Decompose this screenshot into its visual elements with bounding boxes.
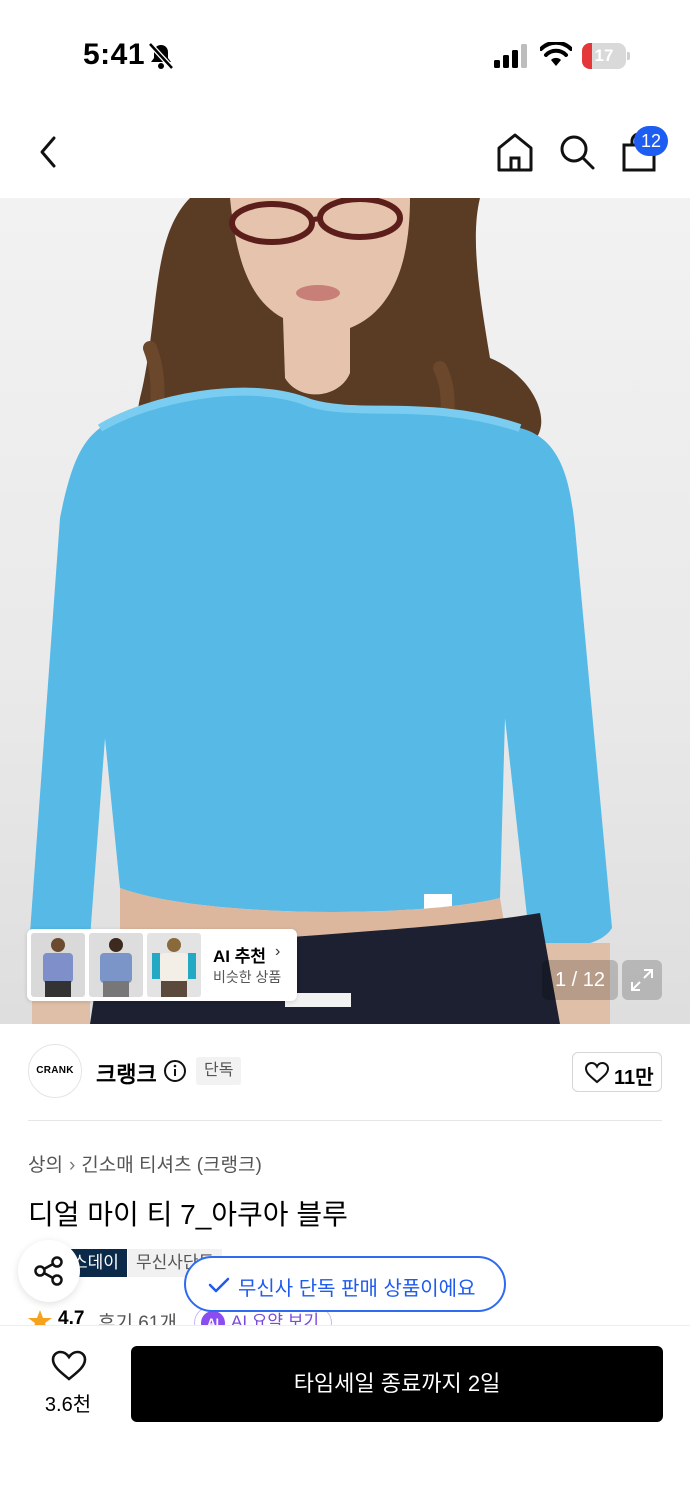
bell-slash-icon xyxy=(148,42,174,70)
brand-like-button[interactable]: 11만 xyxy=(572,1052,662,1092)
product-title: 디얼 마이 티 7_아쿠아 블루 xyxy=(28,1199,348,1230)
brand-name[interactable]: 크랭크 xyxy=(96,1057,157,1089)
recommend-thumbnail[interactable] xyxy=(89,933,143,997)
ai-recommend-title: AI 추천 xyxy=(213,947,267,966)
battery-level: 17 xyxy=(594,46,614,65)
expand-image-button[interactable] xyxy=(622,960,662,1000)
cellular-signal-icon xyxy=(494,44,527,68)
breadcrumb: 상의 › 긴소매 티셔츠 (크랭크) xyxy=(28,1150,262,1177)
status-time: 5:41 xyxy=(83,38,146,71)
recommend-thumbnail[interactable] xyxy=(147,933,201,997)
breadcrumb-subcategory[interactable]: 긴소매 티셔츠 (크랭크) xyxy=(81,1155,262,1176)
share-button[interactable] xyxy=(18,1240,80,1302)
brand-logo[interactable]: CRANK xyxy=(28,1044,82,1098)
product-photo xyxy=(30,198,612,1024)
checkmark-icon xyxy=(208,1277,230,1293)
cart-count-badge: 12 xyxy=(634,126,668,156)
buy-button[interactable]: 타임세일 종료까지 2일 xyxy=(131,1346,663,1422)
ai-badge: AI xyxy=(201,1311,225,1326)
exclusive-toast: 무신사 단독 판매 상품이에요 xyxy=(184,1256,506,1312)
ai-recommend-subtitle: 비슷한 상품 xyxy=(213,969,282,985)
review-count[interactable]: 후기 61개 xyxy=(98,1308,177,1326)
ai-recommend-card[interactable]: AI 추천 › 비슷한 상품 xyxy=(27,929,297,1001)
divider xyxy=(28,1120,662,1121)
bottom-action-bar: 3.6천 타임세일 종료까지 2일 xyxy=(0,1325,690,1500)
brand-like-count: 11만 xyxy=(614,1067,654,1089)
status-bar: 5:41 17 xyxy=(0,0,690,100)
chevron-right-icon: › xyxy=(275,943,281,960)
home-icon[interactable] xyxy=(494,130,536,174)
heart-icon xyxy=(585,1062,609,1084)
heart-icon xyxy=(51,1350,87,1381)
recommend-thumbnail[interactable] xyxy=(31,933,85,997)
wifi-icon xyxy=(540,42,572,66)
back-chevron-icon[interactable] xyxy=(30,130,66,174)
brand-row: CRANK 크랭크 단독 11만 xyxy=(0,1040,690,1106)
exclusive-tag: 단독 xyxy=(196,1057,242,1085)
product-image-gallery[interactable]: AI 추천 › 비슷한 상품 1 / 12 xyxy=(0,198,690,1024)
star-icon xyxy=(28,1310,52,1326)
chevron-right-icon: › xyxy=(68,1155,76,1176)
toast-text: 무신사 단독 판매 상품이에요 xyxy=(238,1278,476,1300)
info-icon[interactable] xyxy=(163,1059,187,1083)
battery-icon: 17 xyxy=(582,43,630,69)
share-icon xyxy=(34,1256,63,1286)
ai-summary-label: AI 요약 보기 xyxy=(231,1312,320,1326)
expand-icon xyxy=(631,969,653,991)
search-icon[interactable] xyxy=(556,130,598,174)
top-nav xyxy=(0,120,690,184)
rating-score: 4.7 xyxy=(58,1308,85,1326)
wishlist-count: 3.6천 xyxy=(44,1394,92,1416)
breadcrumb-category[interactable]: 상의 xyxy=(28,1155,63,1176)
image-counter: 1 / 12 xyxy=(542,960,618,1000)
